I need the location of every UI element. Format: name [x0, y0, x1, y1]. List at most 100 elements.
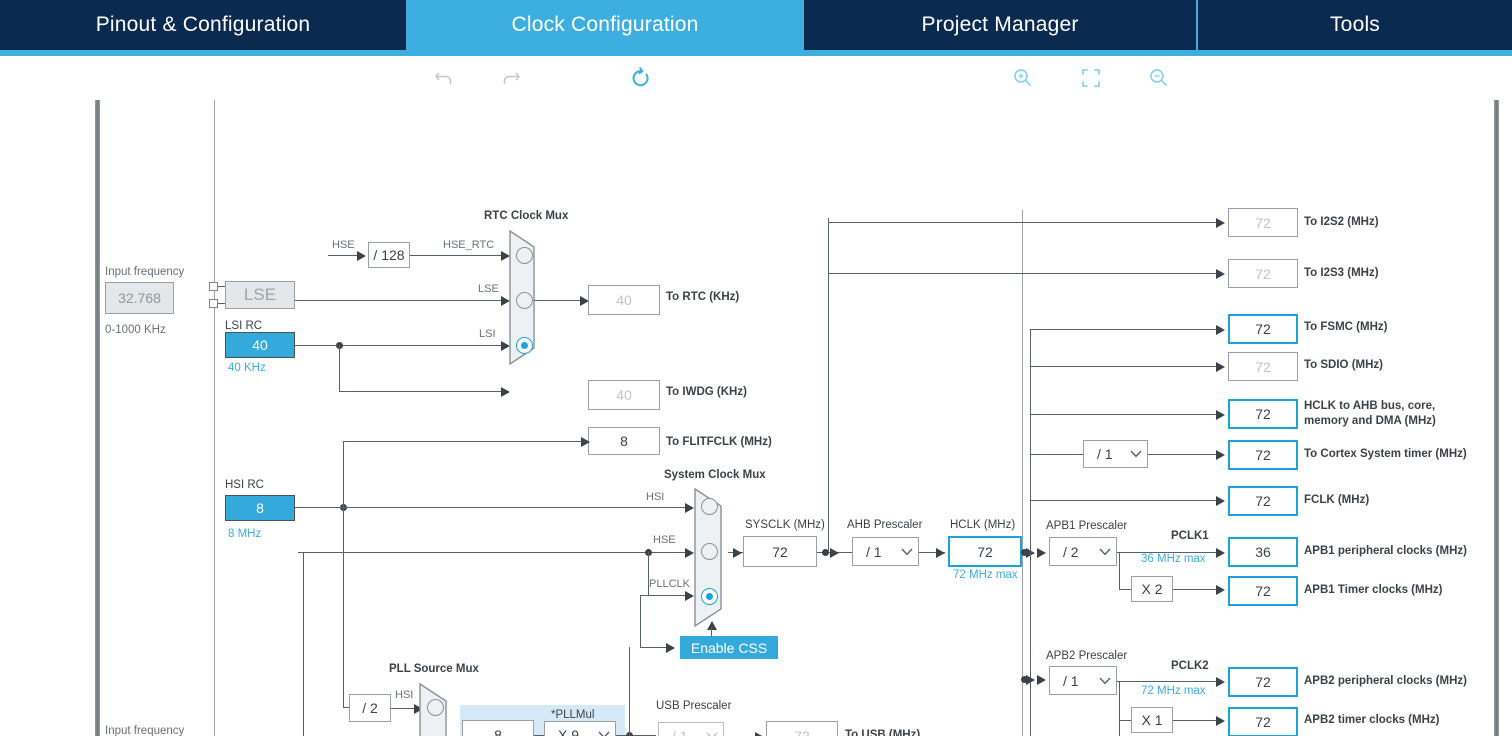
hclk-value-field[interactable]: 72	[948, 536, 1022, 567]
clock-tree-canvas: Input frequency 32.768 0-1000 KHz LSE LS…	[0, 100, 1512, 736]
usb-prescaler-select[interactable]: / 1	[658, 722, 724, 736]
divider-osc-column	[214, 100, 215, 736]
sysmux-radio-hse[interactable]	[701, 543, 718, 560]
to-sdio-value-field[interactable]: 72	[1228, 352, 1298, 381]
tab-pinout-configuration[interactable]: Pinout & Configuration	[0, 0, 406, 50]
arrowhead	[685, 503, 694, 513]
to-fsmc-value-field[interactable]: 72	[1228, 314, 1298, 344]
apb2-prescaler-label: APB2 Prescaler	[1046, 650, 1128, 662]
sysmux-radio-pllclk[interactable]	[701, 588, 718, 605]
apb1-timer-value-field[interactable]: 72	[1228, 576, 1298, 606]
sysmux-radio-hsi[interactable]	[701, 498, 718, 515]
pll-input-value-field[interactable]: 8	[462, 720, 534, 736]
arrowhead	[1037, 548, 1046, 558]
to-i2s2-value-field[interactable]: 72	[1228, 208, 1298, 237]
wire	[629, 647, 630, 736]
hclk-ahb-label2: memory and DMA (MHz)	[1304, 415, 1436, 427]
wire	[295, 507, 689, 508]
arrowhead	[685, 548, 694, 558]
arrowhead	[1216, 450, 1225, 460]
apb2-prescaler-value: / 1	[1063, 672, 1079, 689]
to-rtc-value-field[interactable]: 40	[588, 285, 660, 315]
apb2-prescaler-select[interactable]: / 1	[1049, 666, 1117, 695]
redo-icon[interactable]	[496, 64, 526, 92]
apb1-prescaler-select[interactable]: / 2	[1049, 537, 1117, 566]
lse-pin-bottom[interactable]	[209, 299, 218, 308]
wire	[711, 628, 712, 637]
apb1-timer-multiplier-box[interactable]: X 2	[1131, 576, 1173, 602]
apb2-peripheral-value-field[interactable]: 72	[1228, 667, 1298, 697]
lse-pin-top[interactable]	[209, 282, 218, 291]
apb1-prescaler-label: APB1 Prescaler	[1046, 520, 1128, 532]
to-i2s3-value-field[interactable]: 72	[1228, 259, 1298, 288]
wire	[295, 300, 505, 301]
wire	[1030, 500, 1220, 501]
ahb-prescaler-select[interactable]: / 1	[852, 537, 919, 566]
wire	[828, 222, 1220, 223]
hsi-rc-value-field[interactable]: 8	[225, 495, 295, 521]
to-flitfclk-value-field[interactable]: 8	[588, 427, 660, 455]
wire	[640, 595, 688, 596]
hclk-ahb-value-field[interactable]: 72	[1228, 399, 1298, 429]
pllmux-hsi-label: HSI	[395, 689, 414, 701]
hse-div128-box[interactable]: / 128	[368, 242, 410, 268]
ahb-prescaler-value: / 1	[866, 543, 882, 560]
arrowhead	[1216, 410, 1225, 420]
arrowhead	[501, 387, 510, 397]
tab-label: Clock Configuration	[511, 13, 699, 36]
chevron-down-icon	[1094, 548, 1116, 556]
to-iwdg-value-field[interactable]: 40	[588, 380, 660, 410]
hsi-div2-box[interactable]: / 2	[349, 694, 391, 722]
enable-css-button[interactable]: Enable CSS	[680, 636, 778, 659]
tab-tools[interactable]: Tools	[1198, 0, 1512, 50]
wire	[1030, 552, 1031, 736]
to-usb-value-field[interactable]: 72	[766, 721, 838, 736]
arrowhead	[1037, 675, 1046, 685]
sysmux-hse-label: HSE	[653, 534, 676, 546]
hsi-rc-title: HSI RC	[225, 479, 264, 491]
fit-to-screen-icon[interactable]	[1076, 64, 1106, 92]
wire	[295, 345, 505, 346]
cortex-prescaler-value: / 1	[1097, 446, 1113, 462]
pllmul-label: *PLLMul	[551, 709, 595, 721]
canvas-left-scrollbar[interactable]	[95, 100, 100, 736]
apb2-peripheral-label: APB2 peripheral clocks (MHz)	[1304, 675, 1467, 687]
pllmul-select[interactable]: X 9	[544, 721, 616, 736]
rtc-mux-radio-lsi[interactable]	[516, 337, 533, 354]
wire	[303, 552, 304, 736]
sysclk-value-field[interactable]: 72	[743, 536, 817, 567]
wire	[1173, 589, 1221, 590]
pllmux-radio-hsi[interactable]	[427, 699, 444, 716]
zoom-out-icon[interactable]	[1144, 64, 1174, 92]
reset-icon[interactable]	[626, 64, 656, 92]
undo-icon[interactable]	[429, 64, 459, 92]
arrowhead	[1216, 548, 1225, 558]
hse-rtc-wire-label: HSE_RTC	[443, 239, 495, 251]
apb1-peripheral-value-field[interactable]: 36	[1228, 537, 1298, 567]
arrowhead	[1216, 269, 1225, 279]
canvas-right-scrollbar[interactable]	[1494, 100, 1499, 736]
arrowhead	[1216, 677, 1225, 687]
to-flitfclk-label: To FLITFCLK (MHz)	[666, 436, 772, 448]
cortex-systimer-value-field[interactable]: 72	[1228, 440, 1298, 470]
rtc-mux-radio-hse-rtc[interactable]	[516, 247, 533, 264]
cortex-systimer-prescaler-select[interactable]: / 1	[1083, 440, 1148, 468]
lse-oscillator-box[interactable]: LSE	[225, 281, 295, 309]
arrowhead	[733, 548, 742, 558]
to-i2s2-label: To I2S2 (MHz)	[1304, 216, 1379, 228]
rtc-mux-radio-lse[interactable]	[516, 292, 533, 309]
fclk-value-field[interactable]: 72	[1228, 486, 1298, 516]
tab-clock-configuration[interactable]: Clock Configuration	[408, 0, 802, 50]
lsi-rc-value-field[interactable]: 40	[225, 332, 295, 358]
wire	[1119, 720, 1131, 721]
arrowhead	[707, 621, 717, 630]
lse-input-frequency-field[interactable]: 32.768	[105, 282, 174, 314]
arrowhead	[1216, 716, 1225, 726]
zoom-in-icon[interactable]	[1008, 64, 1038, 92]
apb2-timer-value-field[interactable]: 72	[1228, 707, 1298, 736]
sysclk-label: SYSCLK (MHz)	[745, 519, 825, 531]
arrowhead	[581, 437, 590, 447]
hse-div128-in-label: HSE	[332, 239, 355, 251]
apb2-timer-multiplier-box[interactable]: X 1	[1131, 707, 1173, 733]
tab-project-manager[interactable]: Project Manager	[804, 0, 1196, 50]
